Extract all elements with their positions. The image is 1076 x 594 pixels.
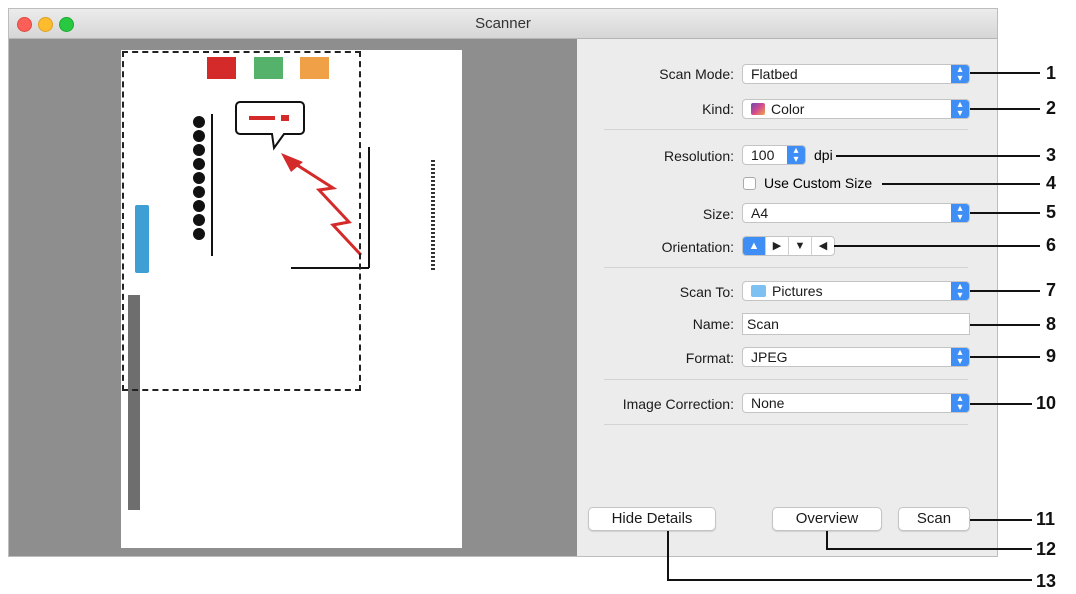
callout-number: 1 — [1046, 63, 1057, 83]
callout-line — [970, 72, 1040, 74]
hide-details-button[interactable]: Hide Details — [588, 507, 716, 531]
scan-mode-popup[interactable]: Flatbed ▴ ▾ — [742, 64, 970, 84]
callout-line — [882, 183, 1040, 185]
chevron-updown-icon: ▴ ▾ — [951, 100, 969, 119]
callout-number: 13 — [1036, 571, 1057, 591]
landscape-right-icon[interactable]: ◀ — [812, 237, 834, 255]
image-correction-popup[interactable]: None ▴ ▾ — [742, 393, 970, 413]
callout-line — [970, 403, 1032, 405]
use-custom-size-label: Use Custom Size — [764, 175, 873, 191]
kind-popup[interactable]: Color ▴ ▾ — [742, 99, 970, 119]
callout-line — [667, 531, 669, 581]
name-label: Name: — [692, 316, 734, 332]
kind-value: Color — [771, 101, 805, 117]
scan-preview-area[interactable] — [9, 39, 577, 556]
resolution-label: Resolution: — [663, 148, 734, 164]
scan-to-value: Pictures — [772, 283, 823, 299]
callout-line — [836, 155, 1040, 157]
format-label: Format: — [685, 350, 734, 366]
callout-line — [970, 212, 1040, 214]
title-bar: Scanner — [9, 9, 997, 39]
format-value: JPEG — [751, 349, 788, 365]
callout-number: 12 — [1036, 539, 1057, 559]
chevron-updown-icon: ▴ ▾ — [951, 282, 969, 301]
use-custom-size-checkbox[interactable] — [743, 177, 756, 190]
scan-to-popup[interactable]: Pictures ▴ ▾ — [742, 281, 970, 301]
selection-rectangle[interactable] — [122, 51, 361, 391]
chevron-updown-icon: ▴ ▾ — [951, 65, 969, 84]
color-kind-icon — [751, 103, 765, 115]
separator — [604, 129, 968, 130]
chevron-updown-icon: ▴ ▾ — [951, 348, 969, 367]
callout-number: 10 — [1036, 393, 1057, 413]
scan-mode-value: Flatbed — [751, 66, 798, 82]
size-value: A4 — [751, 205, 769, 221]
callout-number: 3 — [1046, 145, 1057, 165]
callout-number: 7 — [1046, 280, 1057, 300]
callout-number: 4 — [1046, 173, 1057, 193]
callout-number: 9 — [1046, 346, 1057, 366]
portrait-inverted-icon[interactable]: ▼ — [789, 237, 812, 255]
portrait-upright-icon[interactable]: ▲ — [743, 237, 766, 255]
callout-line — [970, 324, 1040, 326]
orientation-label: Orientation: — [661, 239, 734, 255]
chevron-updown-icon: ▴ ▾ — [951, 394, 969, 413]
window-title: Scanner — [475, 15, 531, 32]
callout-number: 6 — [1046, 235, 1057, 255]
separator — [604, 424, 968, 425]
callout-number: 11 — [1036, 509, 1056, 529]
callout-line — [970, 290, 1040, 292]
overview-button[interactable]: Overview — [772, 507, 882, 531]
callout-line — [970, 356, 1040, 358]
resolution-popup[interactable]: 100 ▴ ▾ — [742, 145, 806, 165]
callout-line — [826, 548, 1032, 550]
scan-to-label: Scan To: — [679, 284, 734, 300]
orientation-segmented-control[interactable]: ▲ ▶ ▼ ◀ — [742, 236, 835, 256]
callout-line — [667, 579, 1032, 581]
chevron-updown-icon: ▴ ▾ — [787, 146, 805, 165]
dpi-unit: dpi — [814, 147, 833, 163]
chevron-updown-icon: ▴ ▾ — [951, 204, 969, 223]
image-correction-value: None — [751, 395, 785, 411]
size-label: Size: — [702, 206, 734, 222]
size-popup[interactable]: A4 ▴ ▾ — [742, 203, 970, 223]
kind-label: Kind: — [702, 101, 734, 117]
image-correction-label: Image Correction: — [622, 396, 734, 412]
callout-line — [970, 519, 1032, 521]
folder-icon — [751, 285, 766, 297]
separator — [604, 379, 968, 380]
scan-mode-label: Scan Mode: — [659, 66, 734, 82]
callout-number: 5 — [1046, 202, 1057, 222]
format-popup[interactable]: JPEG ▴ ▾ — [742, 347, 970, 367]
scan-button[interactable]: Scan — [898, 507, 970, 531]
callout-number: 2 — [1046, 98, 1057, 118]
callout-line — [970, 108, 1040, 110]
separator — [604, 267, 968, 268]
landscape-left-icon[interactable]: ▶ — [766, 237, 789, 255]
callout-line — [834, 245, 1040, 247]
resolution-value: 100 — [751, 147, 775, 163]
name-field[interactable]: Scan — [742, 313, 970, 335]
callout-number: 8 — [1046, 314, 1057, 334]
